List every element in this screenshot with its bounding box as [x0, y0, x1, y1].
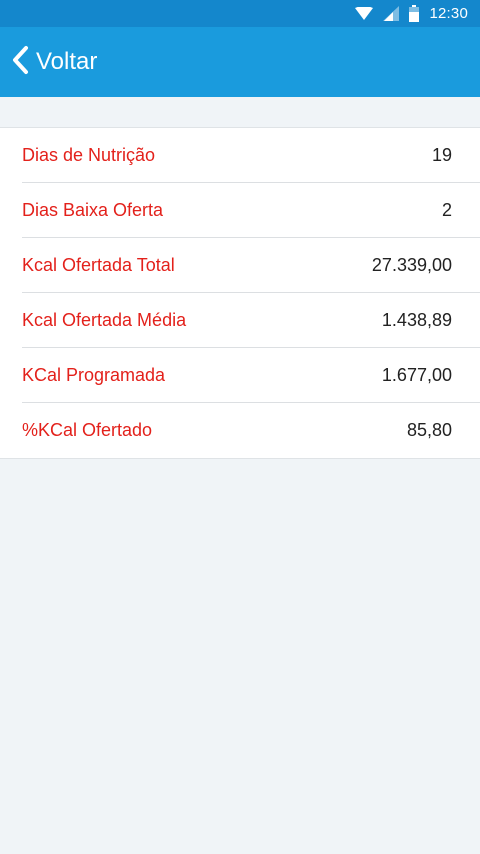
row-label: Kcal Ofertada Total: [22, 255, 175, 275]
list-item-kcal-ofertada-total: Kcal Ofertada Total 27.339,00: [0, 238, 480, 293]
list-item-dias-baixa-oferta: Dias Baixa Oferta 2: [0, 183, 480, 238]
list-item-kcal-ofertada-media: Kcal Ofertada Média 1.438,89: [0, 293, 480, 348]
row-value: 19: [431, 145, 452, 165]
status-time: 12:30: [429, 5, 468, 22]
back-label: Voltar: [36, 48, 98, 75]
status-bar: 12:30: [0, 0, 480, 27]
wifi-icon: [355, 6, 374, 21]
row-value: 1.677,00: [381, 365, 452, 385]
list-item-kcal-programada: KCal Programada 1.677,00: [0, 348, 480, 403]
nav-bar: Voltar: [0, 27, 480, 97]
chevron-left-icon: [10, 45, 30, 80]
status-icons: 12:30: [355, 0, 468, 27]
row-value: 1.438,89: [381, 310, 452, 330]
list-item-dias-nutricao: Dias de Nutrição 19: [0, 128, 480, 183]
back-button[interactable]: Voltar: [10, 27, 97, 97]
list-item-kcal-ofertado-percent: %KCal Ofertado 85,80: [0, 403, 480, 458]
nutrition-summary-list: Dias de Nutrição 19 Dias Baixa Oferta 2 …: [0, 127, 480, 459]
row-label: Kcal Ofertada Média: [22, 310, 187, 330]
row-label: KCal Programada: [22, 365, 166, 385]
row-label: Dias de Nutrição: [22, 145, 156, 165]
row-value: 27.339,00: [371, 255, 452, 275]
row-value: 2: [441, 200, 452, 220]
row-label: Dias Baixa Oferta: [22, 200, 164, 220]
battery-icon: [409, 5, 420, 22]
row-label: %KCal Ofertado: [22, 420, 153, 440]
signal-icon: [383, 6, 400, 21]
row-value: 85,80: [406, 420, 452, 440]
